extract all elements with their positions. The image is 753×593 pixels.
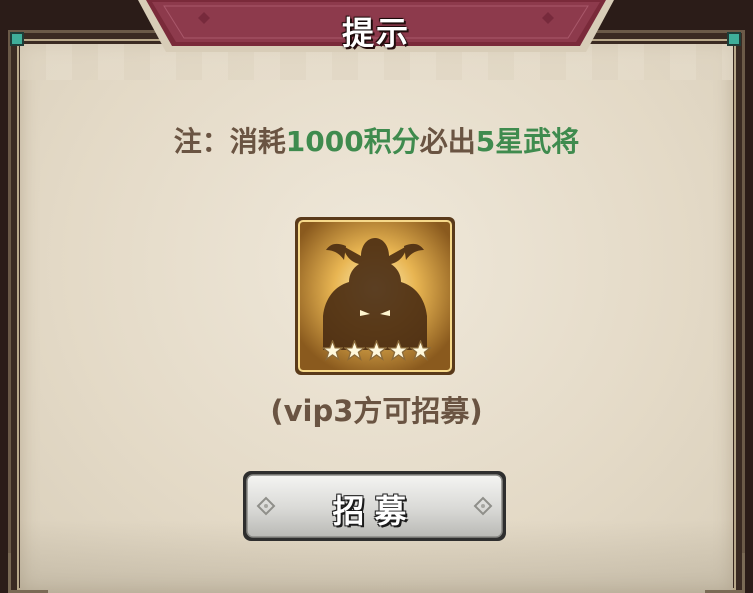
recruit-button[interactable]: 招募 bbox=[242, 470, 507, 542]
note-prefix: 注：消耗 bbox=[173, 125, 286, 158]
star-icon bbox=[388, 340, 409, 361]
title-banner: 提示 bbox=[138, 0, 614, 58]
star-icon bbox=[322, 340, 343, 361]
note-middle: 必出 bbox=[419, 125, 476, 158]
note-star-general: 5星武将 bbox=[475, 125, 580, 158]
star-icon bbox=[410, 340, 431, 361]
corner-ornament bbox=[705, 553, 745, 593]
dialog-title: 提示 bbox=[341, 14, 410, 52]
corner-gem-icon bbox=[727, 32, 741, 46]
star-icon bbox=[366, 340, 387, 361]
vip-requirement: (vip3方可招募) bbox=[270, 394, 483, 428]
star-icon bbox=[344, 340, 365, 361]
recruit-hint-dialog: 提示 注：消耗1000积分必出5星武将 (vip3方可招募) 招募 bbox=[0, 0, 753, 593]
corner-ornament bbox=[8, 553, 48, 593]
star-rating bbox=[322, 340, 432, 366]
corner-gem-icon bbox=[10, 32, 24, 46]
note-points-cost: 1000积分 bbox=[285, 125, 420, 158]
recruit-button-label: 招募 bbox=[332, 492, 417, 530]
recruit-note: 注：消耗1000积分必出5星武将 bbox=[0, 120, 753, 160]
